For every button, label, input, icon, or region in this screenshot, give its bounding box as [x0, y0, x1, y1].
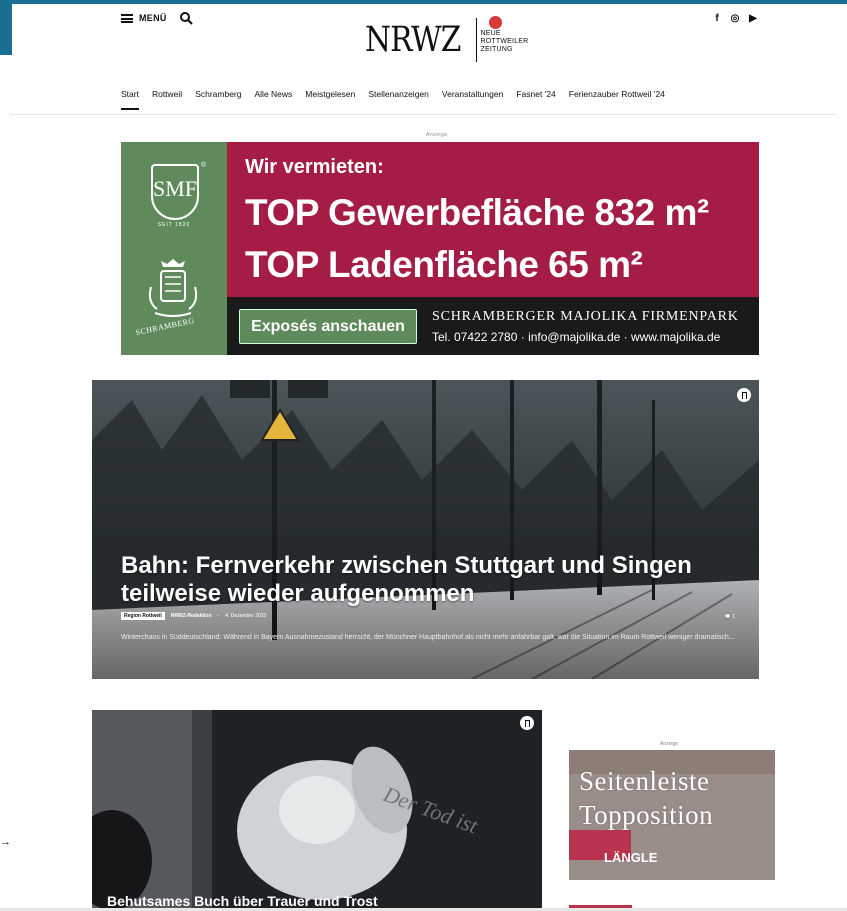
logo-badge-icon	[488, 16, 502, 29]
nav-item-stellenanzeigen[interactable]: Stellenanzeigen	[368, 89, 429, 110]
author[interactable]: NRWZ-Redaktion	[171, 613, 212, 619]
hero-title[interactable]: Bahn: Fernverkehr zwischen Stuttgart und…	[121, 552, 741, 608]
registered-mark: ®	[201, 162, 207, 169]
sidebar-ad-label: Anzeige	[660, 741, 679, 747]
social-links: f ◎ ▶	[712, 13, 758, 24]
banner-firm-name: SCHRAMBERGER MAJOLIKA FIRMENPARK	[432, 309, 739, 324]
banner-line-1: TOP Gewerbefläche 832 m²	[245, 192, 709, 233]
meta-separator: -	[217, 613, 220, 619]
coat-of-arms-icon	[148, 259, 198, 317]
menu-button[interactable]: MENÜ	[121, 13, 167, 23]
banner-heading: Wir vermieten:	[245, 156, 384, 178]
smf-shield-logo: SMF	[151, 164, 199, 220]
logo-since: SEIT 1820	[157, 222, 191, 228]
sidebar-ad[interactable]: LÄNGLE Seitenleiste Topposition	[569, 750, 775, 880]
logo-divider	[475, 18, 477, 62]
ad-label: Anzeige	[426, 132, 448, 138]
main-nav: Start Rottweil Schramberg Alle News Meis…	[121, 89, 678, 110]
secondary-article[interactable]: Der Tod ist Behutsames Buch über Trauer …	[92, 710, 542, 911]
sidebar-ad-brand: LÄNGLE	[604, 850, 658, 865]
instagram-icon[interactable]: ◎	[730, 13, 740, 24]
arrow-icon: →	[0, 836, 11, 848]
hamburger-icon	[121, 13, 133, 23]
hero-excerpt: Winterchaos in Süddeutschland: Während i…	[121, 634, 735, 641]
logo-sub-line-2: ROTTWEILER	[480, 38, 529, 45]
youtube-icon[interactable]: ▶	[748, 13, 758, 24]
sidebar-placeholder-line-1: Seitenleiste	[579, 766, 710, 796]
sidebar-placeholder-line-2: Topposition	[579, 800, 714, 830]
article-image: Der Tod ist	[92, 710, 542, 911]
banner-contact: Tel. 07422 2780 · info@majolika.de · www…	[432, 330, 721, 344]
category-badge[interactable]: Region Rottweil	[121, 612, 165, 620]
hero-meta: Region Rottweil NRWZ-Redaktion - 4. Deze…	[121, 612, 266, 620]
logo-subtitle: NEUE ROTTWEILER ZEITUNG	[480, 16, 529, 54]
nav-item-meistgelesen[interactable]: Meistgelesen	[305, 89, 355, 110]
comment-number: 1	[732, 614, 735, 620]
logo-sub-line-1: NEUE	[480, 30, 501, 37]
publish-date: 4. Dezember 2023	[225, 613, 267, 619]
nav-divider	[10, 114, 836, 115]
site-header: MENÜ NRWZ NEUE ROTTWEILER ZEITUNG f ◎ ▶	[0, 0, 847, 70]
nav-item-rottweil[interactable]: Rottweil	[152, 89, 182, 110]
nav-item-veranstaltungen[interactable]: Veranstaltungen	[442, 89, 503, 110]
sidebar-placeholder-text: Seitenleiste Topposition	[579, 764, 713, 832]
menu-label: MENÜ	[139, 13, 167, 23]
site-logo[interactable]: NRWZ NEUE ROTTWEILER ZEITUNG	[365, 16, 529, 62]
bookmark-icon[interactable]	[520, 716, 534, 730]
banner-footer: Exposés anschauen SCHRAMBERGER MAJOLIKA …	[227, 297, 759, 355]
nav-item-start[interactable]: Start	[121, 89, 139, 110]
hero-article[interactable]: Bahn: Fernverkehr zwischen Stuttgart und…	[92, 380, 759, 679]
nav-item-schramberg[interactable]: Schramberg	[195, 89, 241, 110]
nav-item-ferienzauber[interactable]: Ferienzauber Rottweil '24	[569, 89, 665, 110]
banner-line-2: TOP Ladenfläche 65 m²	[245, 244, 643, 285]
nav-item-fasnet[interactable]: Fasnet '24	[516, 89, 555, 110]
logo-wordmark: NRWZ	[365, 19, 461, 60]
article-title[interactable]: Behutsames Buch über Trauer und Trost	[107, 893, 378, 909]
banner-content: Wir vermieten: TOP Gewerbefläche 832 m² …	[227, 142, 759, 355]
expose-button[interactable]: Exposés anschauen	[239, 309, 417, 344]
facebook-icon[interactable]: f	[712, 13, 722, 24]
logo-sub-line-3: ZEITUNG	[480, 46, 513, 53]
bookmark-icon[interactable]	[737, 388, 751, 402]
nav-item-alle-news[interactable]: Alle News	[255, 89, 293, 110]
ad-banner[interactable]: SMF ® SEIT 1820 SCHRAMBERG Wir vermieten…	[121, 142, 759, 355]
banner-logo-panel: SMF ® SEIT 1820 SCHRAMBERG	[121, 142, 227, 355]
search-icon[interactable]	[179, 11, 193, 25]
comment-count[interactable]: 💬 1	[725, 614, 735, 620]
